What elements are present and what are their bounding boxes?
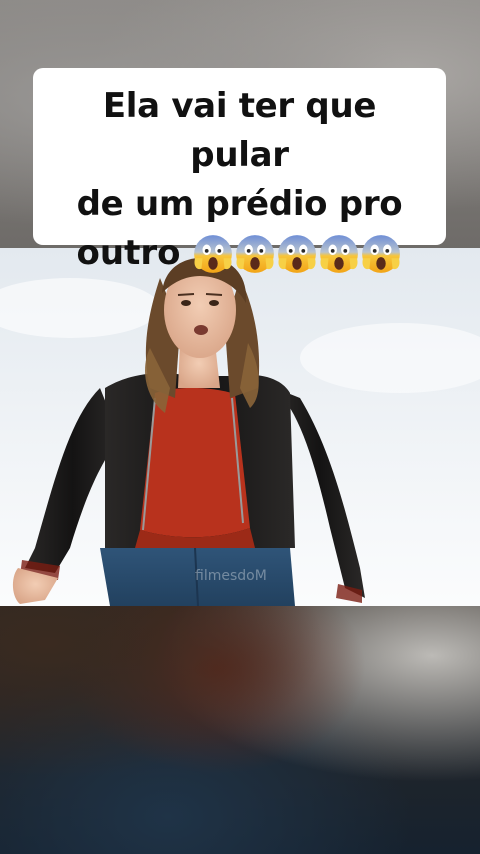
caption-line-3-text: outro	[76, 233, 181, 273]
emoji-row	[192, 233, 402, 275]
video-player[interactable]: filmesdoM Ela vai ter que pular de um pr…	[0, 0, 480, 854]
face-screaming-in-fear-icon	[278, 234, 317, 273]
blurred-background-bottom	[0, 606, 480, 854]
face-screaming-in-fear-icon	[320, 234, 359, 273]
face-screaming-in-fear-icon	[194, 234, 233, 273]
face-screaming-in-fear-icon	[362, 234, 401, 273]
caption-line-1: Ela vai ter que pular	[102, 86, 377, 175]
caption-line-3: outro	[49, 229, 430, 278]
video-frame[interactable]: filmesdoM	[0, 248, 480, 606]
scene-illustration: filmesdoM	[0, 248, 480, 606]
caption-card: Ela vai ter que pular de um prédio pro o…	[33, 68, 446, 273]
face-screaming-in-fear-icon	[236, 234, 275, 273]
caption-text: Ela vai ter que pular de um prédio pro	[49, 82, 430, 229]
watermark: filmesdoM	[195, 568, 267, 584]
caption-line-2: de um prédio pro	[76, 184, 403, 224]
